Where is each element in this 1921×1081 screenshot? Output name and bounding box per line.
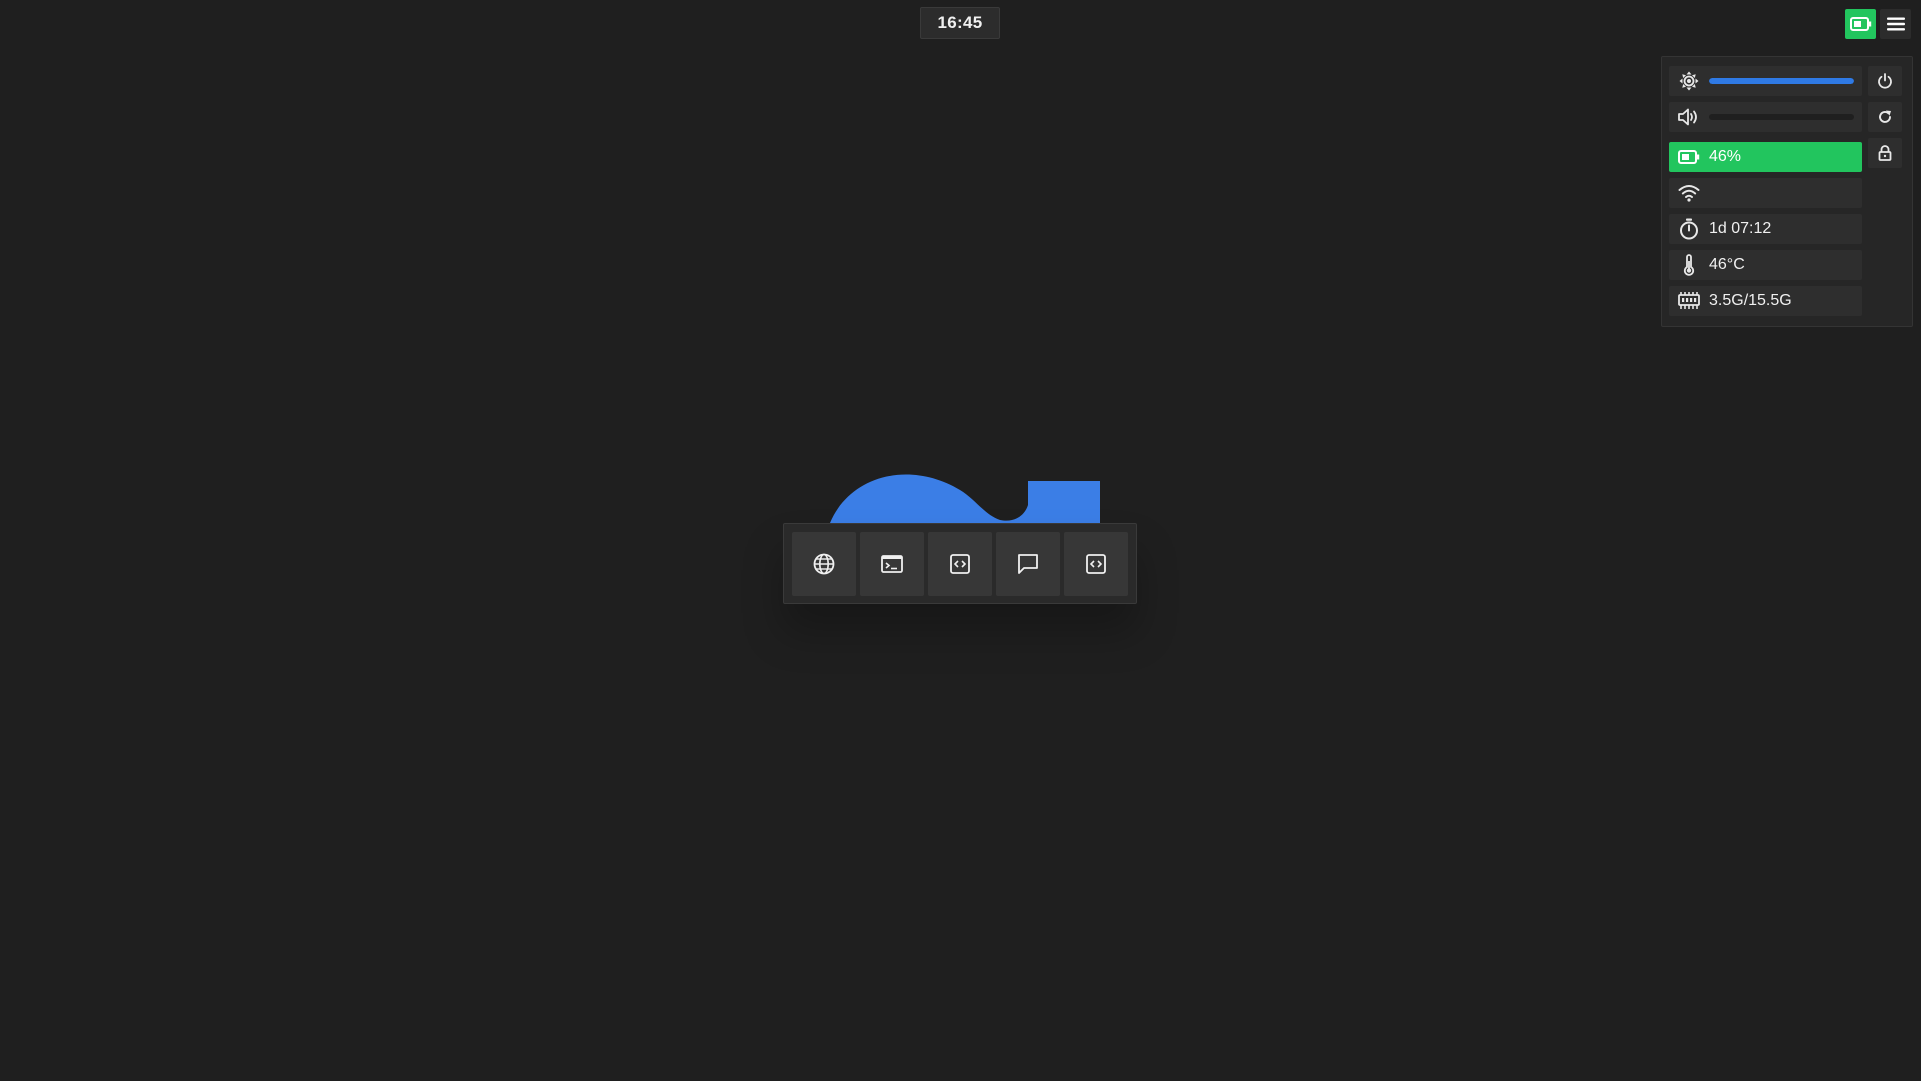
brightness-slider-fill xyxy=(1709,78,1854,84)
timer-icon xyxy=(1669,214,1709,244)
restart-button[interactable] xyxy=(1868,102,1902,132)
uptime-row: 1d 07:12 xyxy=(1669,214,1862,244)
menu-button[interactable] xyxy=(1880,9,1911,39)
clock[interactable]: 16:45 xyxy=(920,7,1000,39)
memory-label: 3.5G/15.5G xyxy=(1709,292,1792,309)
memory-icon xyxy=(1669,286,1709,316)
battery-icon xyxy=(1849,17,1872,31)
volume-row xyxy=(1669,102,1862,132)
terminal-icon xyxy=(881,555,903,573)
desktop: 16:45 46% 1d 07:12 46°C 3.5G/15.5G xyxy=(0,0,1921,1081)
browser-launcher[interactable] xyxy=(792,532,856,596)
lock-button[interactable] xyxy=(1868,138,1902,168)
app-launcher xyxy=(783,523,1137,604)
globe-icon xyxy=(813,553,835,575)
temperature-label: 46°C xyxy=(1709,256,1745,273)
chat-launcher[interactable] xyxy=(996,532,1060,596)
brightness-icon xyxy=(1669,66,1709,96)
brightness-row xyxy=(1669,66,1862,96)
memory-row: 3.5G/15.5G xyxy=(1669,286,1862,316)
code-launcher-2[interactable] xyxy=(1064,532,1128,596)
hamburger-menu-icon xyxy=(1886,17,1905,31)
power-button[interactable] xyxy=(1868,66,1902,96)
battery-percentage: 46% xyxy=(1709,148,1742,165)
lock-icon xyxy=(1878,145,1892,161)
wifi-icon xyxy=(1669,178,1709,208)
refresh-icon xyxy=(1877,109,1893,125)
battery-row[interactable]: 46% xyxy=(1669,142,1862,172)
code-editor-launcher[interactable] xyxy=(928,532,992,596)
wallpaper-logo-shape xyxy=(820,465,1105,525)
power-icon xyxy=(1877,73,1893,89)
battery-icon xyxy=(1669,142,1709,172)
brightness-slider[interactable] xyxy=(1709,78,1854,84)
volume-icon xyxy=(1669,102,1709,132)
battery-tray-button[interactable] xyxy=(1845,9,1876,39)
chat-icon xyxy=(1017,553,1039,575)
temperature-row: 46°C xyxy=(1669,250,1862,280)
code-icon xyxy=(950,554,970,574)
quick-settings-panel: 46% 1d 07:12 46°C 3.5G/15.5G xyxy=(1661,56,1913,327)
wifi-row[interactable] xyxy=(1669,178,1862,208)
uptime-label: 1d 07:12 xyxy=(1709,220,1772,237)
code-icon xyxy=(1086,554,1106,574)
volume-slider[interactable] xyxy=(1709,114,1854,120)
terminal-launcher[interactable] xyxy=(860,532,924,596)
thermometer-icon xyxy=(1669,250,1709,280)
